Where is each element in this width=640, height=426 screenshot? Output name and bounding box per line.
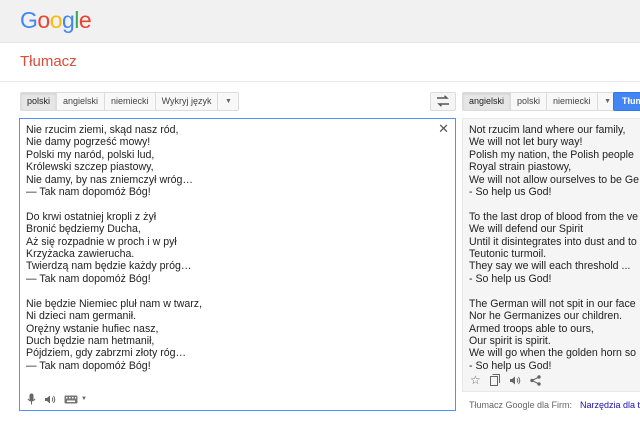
source-lang-detect[interactable]: Wykryj język <box>155 93 219 110</box>
business-label: Tłumacz Google dla Firm: <box>469 400 573 410</box>
source-lang-dropdown-icon[interactable]: ▼ <box>218 93 239 110</box>
target-lang-english[interactable]: angielski <box>463 93 512 110</box>
target-lang-german[interactable]: niemiecki <box>547 93 598 110</box>
logo-letter: o <box>49 7 63 33</box>
translated-text: Not rzucim land where our family, We wil… <box>469 124 639 372</box>
target-language-selector: angielski polski niemiecki ▼ <box>462 92 619 111</box>
title-bar: Tłumacz <box>0 44 640 82</box>
speaker-icon[interactable] <box>44 394 56 405</box>
source-lang-german[interactable]: niemiecki <box>105 93 156 110</box>
target-lang-polish[interactable]: polski <box>511 93 548 110</box>
swap-languages-button[interactable] <box>430 92 456 111</box>
logo-letter: g <box>61 7 75 33</box>
page-title: Tłumacz <box>20 53 77 70</box>
swap-icon <box>437 95 449 107</box>
copy-icon[interactable] <box>489 374 500 386</box>
translate-button[interactable]: Tłumacz <box>613 92 640 111</box>
keyboard-dropdown-icon[interactable]: ▼ <box>81 396 87 402</box>
source-toolbar: ▼ <box>27 393 87 405</box>
source-text[interactable]: Nie rzucim ziemi, skąd nasz ród, Nie dam… <box>26 124 426 372</box>
microphone-icon[interactable] <box>27 393 36 405</box>
logo-letter: e <box>78 7 92 33</box>
top-bar: Google <box>0 0 640 43</box>
business-tools-link[interactable]: Narzędzia dla t <box>580 400 640 410</box>
share-icon[interactable] <box>530 374 541 386</box>
close-icon[interactable]: ✕ <box>438 122 449 136</box>
logo-letter: G <box>20 7 38 33</box>
star-icon[interactable]: ☆ <box>470 373 481 387</box>
translation-toolbar: ☆ <box>470 373 541 387</box>
source-lang-english[interactable]: angielski <box>57 93 106 110</box>
source-language-selector: polski angielski niemiecki Wykryj język … <box>20 92 240 111</box>
source-text-area[interactable]: Nie rzucim ziemi, skąd nasz ród, Nie dam… <box>19 118 456 411</box>
translation-output-area: Not rzucim land where our family, We wil… <box>462 118 640 392</box>
keyboard-icon[interactable] <box>64 395 78 404</box>
source-lang-polish[interactable]: polski <box>21 93 58 110</box>
google-logo[interactable]: Google <box>20 7 92 34</box>
footer-links: Tłumacz Google dla Firm: Narzędzia dla t <box>469 400 640 410</box>
logo-letter: o <box>37 7 50 33</box>
speaker-icon[interactable] <box>509 375 521 386</box>
